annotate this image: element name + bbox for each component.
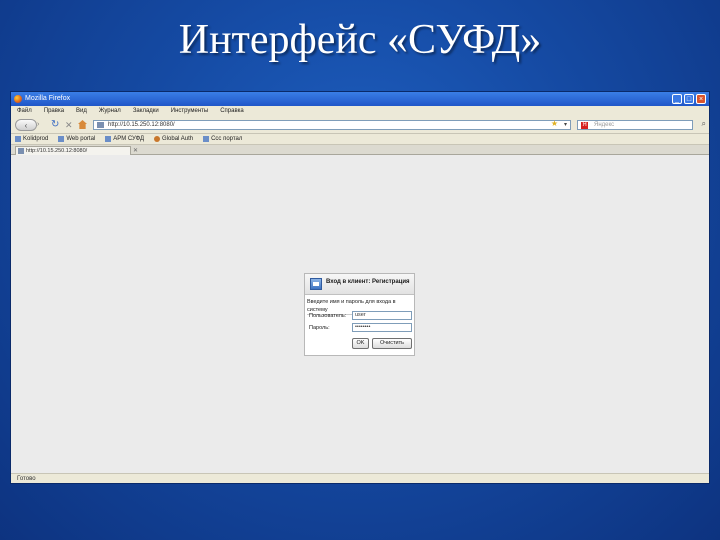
address-bar[interactable]: http://10.15.250.12:8080/ ★ ▾: [93, 120, 571, 130]
clear-button[interactable]: Очистить: [372, 338, 412, 349]
user-label: Пользователь:: [309, 313, 347, 319]
firefox-icon: [14, 95, 22, 103]
menu-bar: Файл Правка Вид Журнал Закладки Инструме…: [11, 106, 709, 117]
tab-label: http://10.15.250.12:8080/: [26, 148, 88, 154]
dialog-header: Вход в клиент: Регистрация: [305, 274, 414, 295]
firefox-icon: [154, 136, 161, 142]
menu-bookmarks[interactable]: Закладки: [133, 106, 159, 117]
address-text[interactable]: http://10.15.250.12:8080/: [108, 122, 175, 128]
status-bar: Готово: [11, 473, 709, 483]
back-button[interactable]: ‹: [15, 119, 37, 131]
menu-tools[interactable]: Инструменты: [171, 106, 208, 117]
tab-bar: http://10.15.250.12:8080/ ✕: [11, 145, 709, 155]
navigation-toolbar: ‹ › ↻ ✕ http://10.15.250.12:8080/ ★ ▾ Я …: [11, 117, 709, 134]
page-content: Вход в клиент: Регистрация Введите имя и…: [11, 155, 709, 473]
login-dialog: Вход в клиент: Регистрация Введите имя и…: [304, 273, 415, 356]
page-icon: [15, 136, 21, 142]
menu-history[interactable]: Журнал: [99, 106, 121, 117]
bookmarks-toolbar: Kolidprod Web portal АРМ СУФД Global Aut…: [11, 134, 709, 145]
search-icon[interactable]: ⌕: [702, 120, 706, 128]
window-title: Mozilla Firefox: [25, 95, 71, 102]
stop-icon[interactable]: ✕: [65, 119, 73, 131]
bookmark-item[interactable]: Ссс портал: [203, 134, 242, 144]
page-icon: [105, 136, 112, 142]
user-field[interactable]: user: [352, 311, 412, 320]
window-controls: _ □ ×: [672, 94, 706, 104]
password-label: Пароль:: [309, 325, 330, 331]
close-window-button[interactable]: ×: [696, 94, 706, 104]
menu-edit[interactable]: Правка: [44, 106, 64, 117]
close-tab-icon[interactable]: ✕: [133, 147, 138, 155]
dialog-title: Вход в клиент: Регистрация: [326, 279, 410, 285]
page-icon: [203, 136, 210, 142]
home-icon[interactable]: [78, 120, 87, 129]
forward-button[interactable]: ›: [37, 120, 45, 130]
application-icon: [310, 278, 322, 290]
page-favicon-icon: [18, 148, 24, 154]
status-text: Готово: [17, 476, 36, 482]
window-titlebar: Mozilla Firefox _ □ ×: [11, 92, 709, 106]
page-favicon-icon: [97, 122, 104, 128]
tab-active[interactable]: http://10.15.250.12:8080/ ✕: [15, 146, 138, 155]
page-icon: [58, 136, 65, 142]
menu-view[interactable]: Вид: [76, 106, 87, 117]
search-placeholder: Яндекс: [594, 122, 615, 128]
bookmark-item[interactable]: Kolidprod: [15, 134, 48, 144]
menu-file[interactable]: Файл: [17, 106, 32, 117]
search-input[interactable]: Я Яндекс ⌕: [577, 120, 706, 130]
menu-help[interactable]: Справка: [220, 106, 244, 117]
reload-icon[interactable]: ↻: [51, 119, 59, 131]
slide-title: Интерфейс «СУФД»: [178, 17, 542, 63]
yandex-logo-icon[interactable]: Я: [581, 122, 588, 129]
bookmark-item[interactable]: АРМ СУФД: [105, 134, 144, 144]
bookmark-item[interactable]: Global Auth: [154, 134, 193, 144]
minimize-button[interactable]: _: [672, 94, 682, 104]
bookmark-item[interactable]: Web portal: [58, 134, 95, 144]
maximize-button[interactable]: □: [684, 94, 694, 104]
ok-button[interactable]: OK: [352, 338, 369, 349]
bookmark-star-icon[interactable]: ★: [551, 120, 558, 128]
browser-window: Mozilla Firefox _ □ × Файл Правка Вид Жу…: [10, 91, 710, 484]
address-dropdown-icon[interactable]: ▾: [564, 121, 567, 129]
password-field[interactable]: ••••••••: [352, 323, 412, 332]
